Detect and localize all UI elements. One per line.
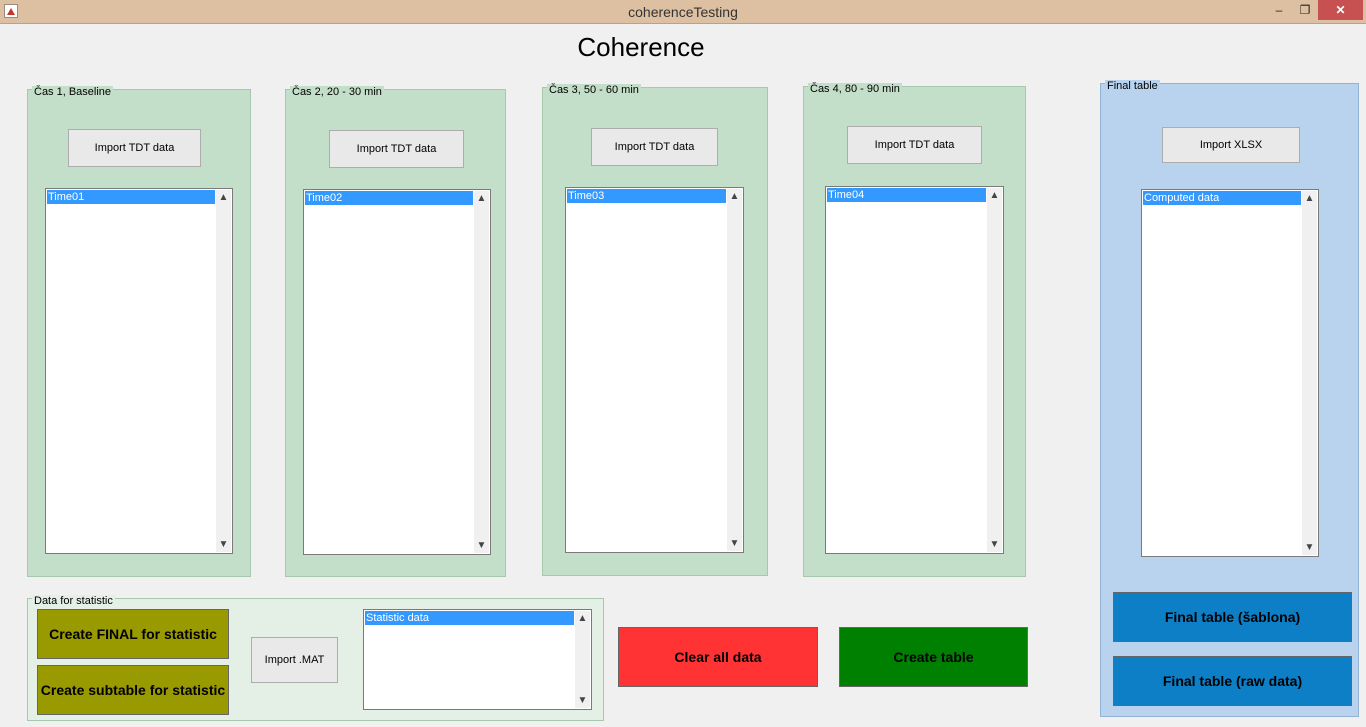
panel-cas-2: Čas 2, 20 - 30 min Import TDT data Time0… — [285, 86, 506, 577]
statistic-data-listbox[interactable]: Statistic data ▲ ▼ — [363, 609, 592, 710]
panel-legend: Final table — [1105, 80, 1160, 92]
create-subtable-statistic-button[interactable]: Create subtable for statistic — [37, 665, 229, 715]
panel-cas-4: Čas 4, 80 - 90 min Import TDT data Time0… — [803, 83, 1026, 577]
list-item[interactable]: Statistic data — [365, 611, 574, 625]
window-title: coherenceTesting — [628, 4, 738, 20]
panel-legend: Čas 2, 20 - 30 min — [290, 86, 384, 98]
panel-data-for-statistic: Data for statistic Create FINAL for stat… — [27, 595, 604, 721]
maximize-icon[interactable]: ❐ — [1292, 0, 1318, 20]
scrollbar[interactable]: ▲ ▼ — [987, 188, 1002, 552]
create-table-button[interactable]: Create table — [839, 627, 1028, 687]
list-item[interactable]: Time04 — [827, 188, 986, 202]
import-tdt-button[interactable]: Import TDT data — [591, 128, 718, 166]
panel-legend: Čas 4, 80 - 90 min — [808, 83, 902, 95]
panel-legend: Čas 1, Baseline — [32, 86, 114, 98]
final-table-sablona-button[interactable]: Final table (šablona) — [1113, 592, 1352, 642]
scroll-down-icon[interactable]: ▼ — [727, 536, 742, 551]
window-titlebar: coherenceTesting – ❐ ✕ — [0, 0, 1366, 24]
time-listbox[interactable]: Time03 ▲ ▼ — [565, 187, 744, 553]
panel-cas-1: Čas 1, Baseline Import TDT data Time01 ▲… — [27, 86, 251, 577]
scrollbar[interactable]: ▲ ▼ — [1302, 191, 1317, 555]
scroll-up-icon[interactable]: ▲ — [474, 191, 489, 206]
import-tdt-button[interactable]: Import TDT data — [329, 130, 464, 168]
clear-all-data-button[interactable]: Clear all data — [618, 627, 818, 687]
scroll-up-icon[interactable]: ▲ — [727, 189, 742, 204]
list-item[interactable]: Time01 — [47, 190, 215, 204]
scroll-down-icon[interactable]: ▼ — [474, 538, 489, 553]
scroll-down-icon[interactable]: ▼ — [1302, 540, 1317, 555]
panel-legend: Čas 3, 50 - 60 min — [547, 84, 641, 96]
panel-cas-3: Čas 3, 50 - 60 min Import TDT data Time0… — [542, 84, 768, 576]
computed-data-listbox[interactable]: Computed data ▲ ▼ — [1141, 189, 1319, 557]
scroll-up-icon[interactable]: ▲ — [575, 611, 590, 626]
scroll-down-icon[interactable]: ▼ — [575, 693, 590, 708]
minimize-icon[interactable]: – — [1266, 0, 1292, 20]
time-listbox[interactable]: Time02 ▲ ▼ — [303, 189, 491, 555]
list-item[interactable]: Time03 — [567, 189, 726, 203]
create-final-statistic-button[interactable]: Create FINAL for statistic — [37, 609, 229, 659]
panel-legend: Data for statistic — [32, 595, 115, 607]
scroll-up-icon[interactable]: ▲ — [1302, 191, 1317, 206]
scroll-down-icon[interactable]: ▼ — [987, 537, 1002, 552]
scrollbar[interactable]: ▲ ▼ — [474, 191, 489, 553]
time-listbox[interactable]: Time04 ▲ ▼ — [825, 186, 1004, 554]
time-listbox[interactable]: Time01 ▲ ▼ — [45, 188, 233, 554]
list-item[interactable]: Computed data — [1143, 191, 1301, 205]
scroll-down-icon[interactable]: ▼ — [216, 537, 231, 552]
import-mat-button[interactable]: Import .MAT — [251, 637, 338, 683]
close-icon[interactable]: ✕ — [1318, 0, 1363, 20]
import-tdt-button[interactable]: Import TDT data — [847, 126, 982, 164]
scrollbar[interactable]: ▲ ▼ — [727, 189, 742, 551]
scrollbar[interactable]: ▲ ▼ — [575, 611, 590, 708]
list-item[interactable]: Time02 — [305, 191, 473, 205]
final-table-raw-button[interactable]: Final table (raw data) — [1113, 656, 1352, 706]
panel-final-table: Final table Import XLSX Computed data ▲ … — [1100, 80, 1359, 717]
import-tdt-button[interactable]: Import TDT data — [68, 129, 201, 167]
page-title: Coherence — [577, 32, 705, 62]
scroll-up-icon[interactable]: ▲ — [216, 190, 231, 205]
scrollbar[interactable]: ▲ ▼ — [216, 190, 231, 552]
scroll-up-icon[interactable]: ▲ — [987, 188, 1002, 203]
import-xlsx-button[interactable]: Import XLSX — [1162, 127, 1300, 163]
